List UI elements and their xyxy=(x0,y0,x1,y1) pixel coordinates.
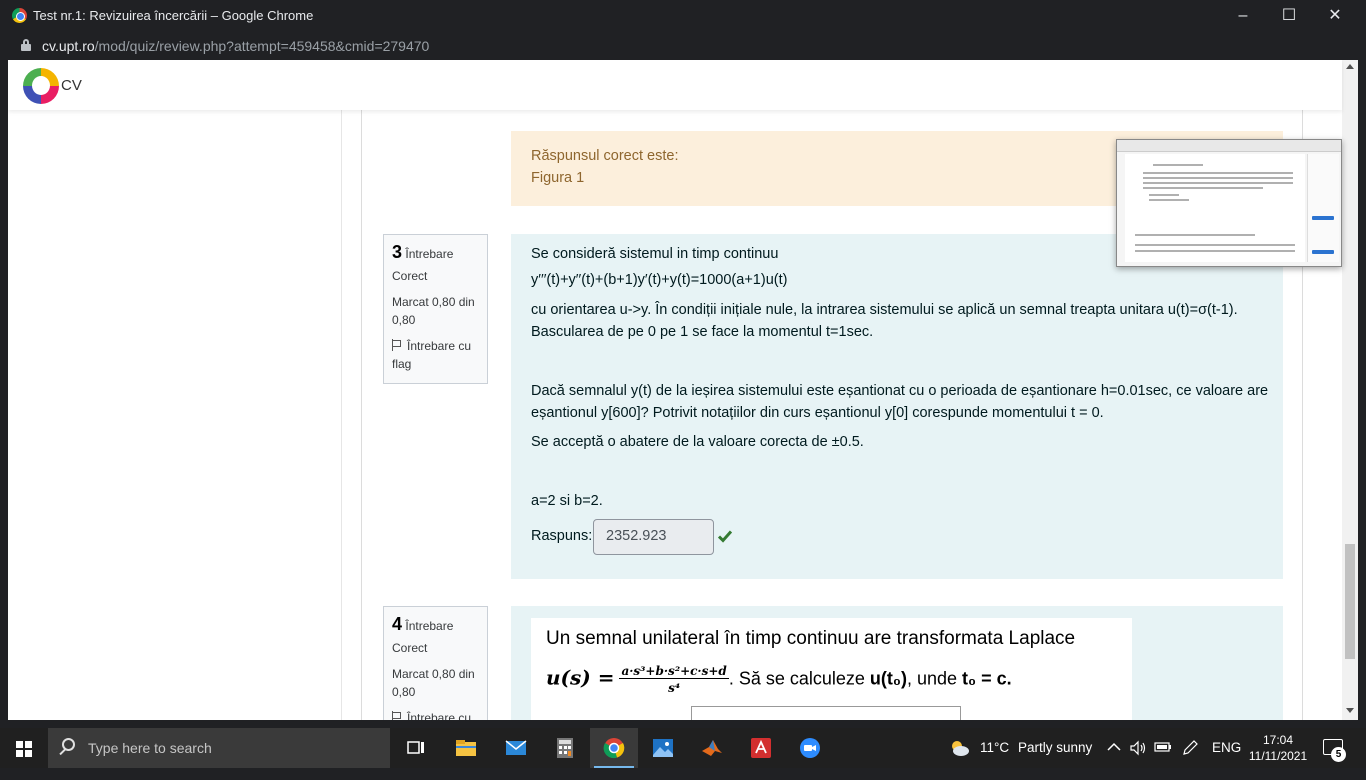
preview-sidebar xyxy=(1307,154,1339,262)
language-indicator[interactable]: ENG xyxy=(1212,740,1241,780)
clock-date: 11/11/2021 xyxy=(1248,749,1308,763)
site-logo-text[interactable]: CV xyxy=(61,77,82,94)
taskbar-search-box[interactable]: Type here to search xyxy=(48,728,390,768)
top-navbar: CV xyxy=(8,60,1342,110)
question-params: a=2 si b=2. xyxy=(531,493,603,509)
main-column-border xyxy=(361,110,362,720)
matlab-icon[interactable] xyxy=(688,728,736,768)
question-state: Corect xyxy=(392,641,428,655)
floating-window-preview[interactable] xyxy=(1116,139,1342,267)
question-word: Întrebare xyxy=(405,619,454,633)
question-equation: y′′′(t)+y′′(t)+(b+1)y′(t)+y(t)=1000(a+1)… xyxy=(531,272,788,288)
laplace-formula: u(s) = a·s³+b·s²+c·s+d s⁴. Să se calculez… xyxy=(546,664,1012,695)
search-icon xyxy=(62,738,75,751)
question-content-4: Un semnal unilateral în timp continuu ar… xyxy=(511,606,1283,720)
question-number: 3 xyxy=(392,242,403,262)
question-text-line: cu orientarea u->y. În condiții inițiale… xyxy=(531,302,1238,340)
answer-input[interactable]: 2352.923 xyxy=(593,519,714,555)
photos-icon[interactable] xyxy=(639,728,687,768)
site-logo-icon[interactable] xyxy=(23,68,59,104)
weather-desc: Partly sunny xyxy=(1018,740,1093,755)
question-text-line: Un semnal unilateral în timp continuu ar… xyxy=(546,628,1076,649)
formula-fraction: a·s³+b·s²+c·s+d s⁴ xyxy=(619,664,729,695)
question-text-line: Se acceptă o abatere de la valoare corec… xyxy=(531,434,864,450)
question-content-3: Se consideră sistemul in timp continuu y… xyxy=(511,234,1283,579)
address-bar[interactable]: cv.upt.ro/mod/quiz/review.php?attempt=45… xyxy=(0,32,1366,60)
file-explorer-icon[interactable] xyxy=(442,728,490,768)
question-state: Corect xyxy=(392,269,428,283)
flag-question-button[interactable]: Întrebare cu xyxy=(392,709,479,720)
page-viewport: CV Răspunsul corect este: Figura 1 3 Înt… xyxy=(8,60,1358,720)
page-scrollbar[interactable] xyxy=(1342,60,1358,720)
weather-temp: 11°C xyxy=(980,740,1010,755)
calculator-icon[interactable] xyxy=(541,728,589,768)
taskbar-clock[interactable]: 17:04 11/11/2021 xyxy=(1246,732,1310,764)
chrome-taskbar-icon[interactable] xyxy=(590,728,638,768)
left-column-divider xyxy=(341,110,342,720)
chevron-up-icon xyxy=(1107,742,1121,751)
preview-document xyxy=(1125,154,1305,262)
chrome-icon xyxy=(12,8,27,23)
preview-toolbar xyxy=(1117,140,1341,152)
search-placeholder: Type here to search xyxy=(88,740,212,756)
question-number: 4 xyxy=(392,614,403,634)
question-grade: Marcat 0,80 din 0,80 xyxy=(392,295,475,327)
browser-titlebar: Test nr.1: Revizuirea încercării – Googl… xyxy=(0,0,1366,32)
windows-taskbar: Type here to search 11°C Partly sunny EN… xyxy=(0,728,1366,768)
scrollbar-thumb[interactable] xyxy=(1345,544,1355,659)
question-info-3: 3 Întrebare Corect Marcat 0,80 din 0,80 … xyxy=(383,234,488,384)
question-grade: Marcat 0,80 din 0,80 xyxy=(392,667,475,699)
flag-question-button[interactable]: Întrebare cu flag xyxy=(392,337,479,373)
answer-label: Raspuns: xyxy=(531,528,593,544)
windows-start-icon[interactable] xyxy=(16,741,32,757)
question-info-4: 4 Întrebare Corect Marcat 0,80 din 0,80 … xyxy=(383,606,488,720)
laplace-question-image: Un semnal unilateral în timp continuu ar… xyxy=(531,618,1132,720)
flag-icon xyxy=(392,711,402,720)
scroll-down-arrow-icon[interactable] xyxy=(1346,708,1354,713)
lock-icon xyxy=(21,39,31,51)
task-view-icon[interactable] xyxy=(392,728,440,768)
maximize-button[interactable]: ☐ xyxy=(1266,0,1312,32)
flag-icon xyxy=(392,339,402,351)
minimize-button[interactable]: – xyxy=(1220,0,1266,32)
acrobat-icon[interactable] xyxy=(737,728,785,768)
question-word: Întrebare xyxy=(405,247,454,261)
notification-badge: 5 xyxy=(1331,747,1346,762)
correct-check-icon xyxy=(718,530,732,543)
mail-icon[interactable] xyxy=(492,728,540,768)
question-text-line: Dacă semnalul y(t) de la ieșirea sistemu… xyxy=(531,383,1269,421)
clock-time: 17:04 xyxy=(1262,733,1294,747)
window-title: Test nr.1: Revizuirea încercării – Googl… xyxy=(33,8,314,23)
bottom-floating-bar xyxy=(691,706,961,720)
url-text[interactable]: cv.upt.ro/mod/quiz/review.php?attempt=45… xyxy=(42,38,429,54)
close-button[interactable]: ✕ xyxy=(1312,0,1358,32)
scroll-up-arrow-icon[interactable] xyxy=(1346,64,1354,69)
partly-sunny-icon xyxy=(952,741,969,756)
zoom-icon[interactable] xyxy=(786,728,834,768)
